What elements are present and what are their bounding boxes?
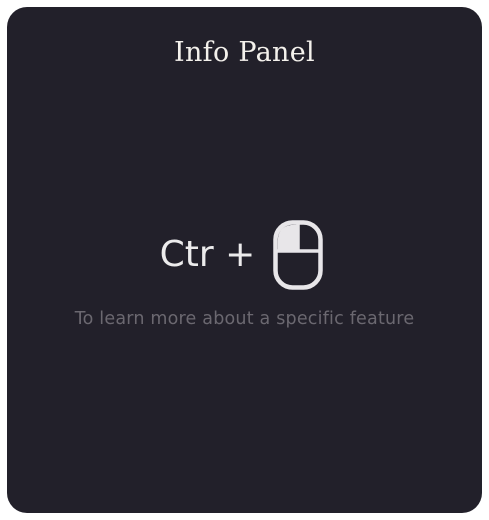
- info-panel: Info Panel Ctr + To learn more about a s…: [7, 7, 482, 513]
- shortcut-key-label: Ctr +: [159, 234, 256, 275]
- shortcut-row: Ctr +: [7, 219, 482, 291]
- hint-text: To learn more about a specific feature: [74, 309, 415, 329]
- mouse-left-click-icon: [273, 220, 324, 290]
- panel-title: Info Panel: [174, 37, 315, 68]
